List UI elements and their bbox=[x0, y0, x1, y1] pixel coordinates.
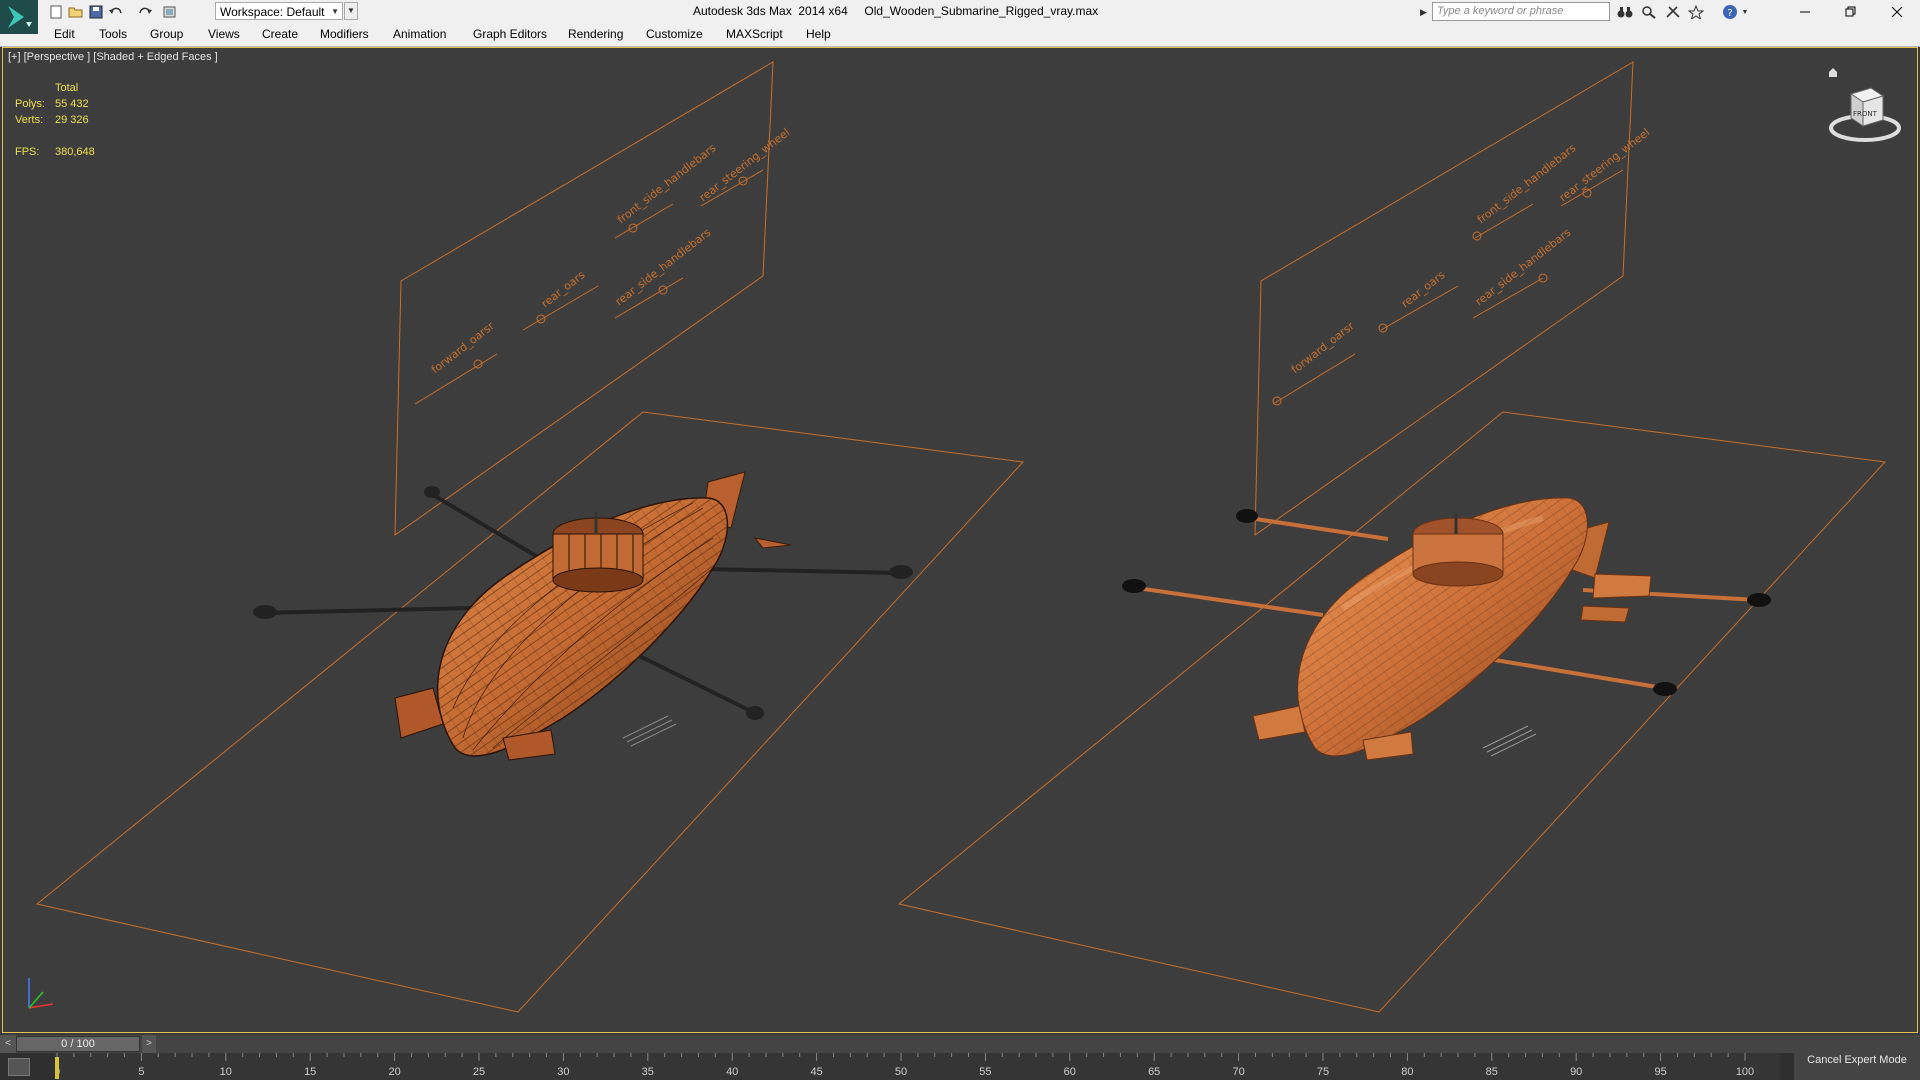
title-bar: Workspace: Default ▼ ▼ Autodesk 3ds Max … bbox=[0, 0, 1920, 34]
menu-group[interactable]: Group bbox=[150, 27, 183, 41]
open-file-icon[interactable] bbox=[66, 2, 86, 22]
menu-modifiers[interactable]: Modifiers bbox=[320, 27, 369, 41]
svg-text:?: ? bbox=[1727, 8, 1732, 19]
time-slider-prev-button[interactable]: < bbox=[0, 1035, 16, 1053]
track-bar[interactable]: 0510152025303540455055606570758085909510… bbox=[0, 1053, 1920, 1080]
frame-tick-label: 45 bbox=[810, 1066, 822, 1078]
control-label-front-side-handlebars: front_side_handlebars bbox=[615, 141, 719, 226]
time-slider[interactable]: < 0 / 100 > bbox=[0, 1035, 1920, 1053]
frame-tick-label: 65 bbox=[1148, 1066, 1160, 1078]
time-slider-thumb[interactable]: 0 / 100 bbox=[16, 1036, 140, 1052]
frame-tick-label: 10 bbox=[220, 1066, 232, 1078]
frame-tick-label: 60 bbox=[1064, 1066, 1076, 1078]
menu-animation[interactable]: Animation bbox=[393, 27, 446, 41]
frame-ruler[interactable]: 0510152025303540455055606570758085909510… bbox=[55, 1053, 1780, 1080]
new-file-icon[interactable] bbox=[46, 2, 66, 22]
close-button[interactable] bbox=[1874, 0, 1920, 24]
menu-bar: Edit Tools Group Views Create Modifiers … bbox=[0, 24, 1920, 47]
frame-tick-label: 15 bbox=[304, 1066, 316, 1078]
mini-curve-editor-icon[interactable] bbox=[8, 1058, 30, 1076]
cancel-expert-mode-button[interactable]: Cancel Expert Mode bbox=[1794, 1040, 1920, 1080]
frame-tick-label: 50 bbox=[895, 1066, 907, 1078]
axis-tripod-icon bbox=[28, 978, 54, 1009]
menu-create[interactable]: Create bbox=[262, 27, 298, 41]
menu-help[interactable]: Help bbox=[806, 27, 831, 41]
frame-tick-label: 80 bbox=[1401, 1066, 1413, 1078]
control-label-rear-side-handlebars: rear_side_handlebars bbox=[613, 226, 714, 309]
frame-tick-label: 20 bbox=[388, 1066, 400, 1078]
exchange-apps-icon[interactable] bbox=[1663, 3, 1683, 21]
control-label-rear-steering-wheel: rear_steering_wheel bbox=[697, 126, 792, 205]
search-input[interactable]: Type a keyword or phrase bbox=[1432, 2, 1610, 21]
control-label-forward-oarsr: forward_oarsr bbox=[429, 319, 497, 376]
communication-center-icon[interactable] bbox=[1639, 3, 1659, 21]
control-label-forward-oarsr-right: forward_oarsr bbox=[1289, 319, 1357, 376]
control-label-rear-steering-wheel-right: rear_steering_wheel bbox=[1557, 126, 1652, 205]
frame-tick-label: 75 bbox=[1317, 1066, 1329, 1078]
infocenter-collapse-icon[interactable]: ▶ bbox=[1420, 3, 1430, 21]
submarine-right bbox=[1122, 497, 1771, 761]
frame-tick-label: 40 bbox=[726, 1066, 738, 1078]
window-title: Autodesk 3ds Max 2014 x64 Old_Wooden_Sub… bbox=[693, 4, 1099, 18]
frame-tick-label: 70 bbox=[1232, 1066, 1244, 1078]
menu-views[interactable]: Views bbox=[208, 27, 240, 41]
menu-rendering[interactable]: Rendering bbox=[568, 27, 623, 41]
restore-button[interactable] bbox=[1828, 0, 1874, 24]
favorites-star-icon[interactable] bbox=[1686, 3, 1706, 21]
current-frame-marker[interactable] bbox=[55, 1057, 59, 1079]
undo-icon[interactable] bbox=[106, 2, 126, 22]
home-icon[interactable] bbox=[1829, 68, 1837, 77]
help-dropdown-icon[interactable]: ▼ bbox=[1740, 3, 1750, 21]
viewcube[interactable]: FRONT bbox=[1825, 68, 1905, 148]
frame-tick-label: 5 bbox=[138, 1066, 144, 1078]
chevron-down-icon: ▼ bbox=[331, 7, 339, 16]
control-label-rear-oars-right: rear_oars bbox=[1399, 268, 1448, 310]
frame-tick-label: 35 bbox=[642, 1066, 654, 1078]
menu-customize[interactable]: Customize bbox=[646, 27, 703, 41]
frame-tick-label: 100 bbox=[1736, 1066, 1754, 1078]
submarine-left bbox=[253, 471, 913, 761]
app-menu-button[interactable] bbox=[0, 0, 38, 34]
project-folder-icon[interactable] bbox=[160, 2, 180, 22]
help-icon[interactable]: ? bbox=[1720, 3, 1740, 21]
scene-view: forward_oarsr rear_oars rear_side_handle… bbox=[28, 61, 1887, 1013]
frame-tick-label: 90 bbox=[1570, 1066, 1582, 1078]
workspace-label: Workspace: Default bbox=[220, 5, 325, 19]
menu-maxscript[interactable]: MAXScript bbox=[726, 27, 783, 41]
menu-graph-editors[interactable]: Graph Editors bbox=[473, 27, 547, 41]
quick-access-customize-button[interactable]: ▼ bbox=[344, 2, 358, 20]
frame-tick-label: 95 bbox=[1654, 1066, 1666, 1078]
frame-tick-label: 25 bbox=[473, 1066, 485, 1078]
binoculars-icon[interactable] bbox=[1615, 3, 1635, 21]
minimize-button[interactable] bbox=[1782, 0, 1828, 24]
time-slider-next-button[interactable]: > bbox=[142, 1035, 156, 1053]
control-label-rear-oars: rear_oars bbox=[539, 268, 588, 310]
workspace-dropdown[interactable]: Workspace: Default ▼ bbox=[215, 2, 343, 20]
viewcube-face-label: FRONT bbox=[1853, 110, 1878, 118]
redo-icon[interactable] bbox=[135, 2, 155, 22]
menu-edit[interactable]: Edit bbox=[54, 27, 75, 41]
app-logo-icon bbox=[0, 0, 38, 34]
frame-tick-label: 85 bbox=[1486, 1066, 1498, 1078]
frame-tick-label: 30 bbox=[557, 1066, 569, 1078]
perspective-viewport[interactable]: [+] [Perspective ] [Shaded + Edged Faces… bbox=[2, 47, 1918, 1033]
frame-tick-label: 55 bbox=[979, 1066, 991, 1078]
control-panel-right: forward_oarsr rear_oars rear_side_handle… bbox=[1254, 61, 1652, 536]
save-icon[interactable] bbox=[86, 2, 106, 22]
menu-tools[interactable]: Tools bbox=[99, 27, 127, 41]
control-panel-left: forward_oarsr rear_oars rear_side_handle… bbox=[394, 61, 792, 536]
control-label-rear-side-handlebars-right: rear_side_handlebars bbox=[1473, 226, 1574, 309]
control-label-front-side-handlebars-right: front_side_handlebars bbox=[1475, 141, 1579, 226]
